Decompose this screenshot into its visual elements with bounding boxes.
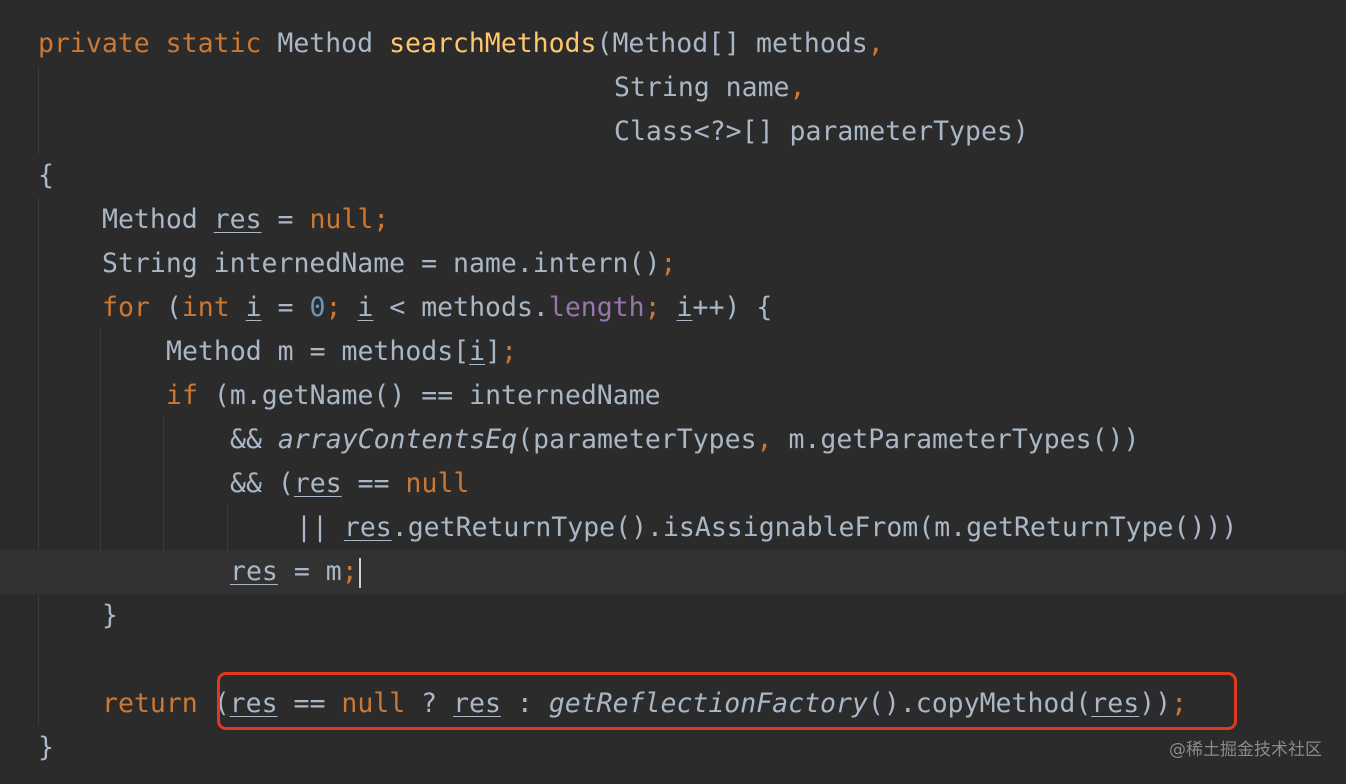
code-line-2: String name, bbox=[0, 66, 1346, 110]
keyword-for: for bbox=[102, 292, 150, 323]
code-line-6: String internedName = name.intern(); bbox=[102, 248, 677, 279]
text-caret bbox=[358, 557, 361, 588]
variable-res: res bbox=[343, 512, 392, 543]
variable-i: i bbox=[469, 336, 486, 367]
highlight-annotation-box bbox=[217, 672, 1237, 730]
interned-name-statement: String internedName = name.intern() bbox=[102, 248, 661, 279]
code-line-11: && (res == null bbox=[230, 468, 470, 499]
code-line-12: || res.getReturnType().isAssignableFrom(… bbox=[296, 512, 1238, 543]
keyword-int: int bbox=[181, 292, 230, 323]
static-call-arrayContentsEq: arrayContentsEq bbox=[277, 424, 518, 455]
variable-i: i bbox=[676, 292, 693, 323]
parameter-types: Class<?>[] parameterTypes) bbox=[614, 116, 1029, 147]
variable-i: i bbox=[357, 292, 374, 323]
type-method: Method bbox=[102, 204, 198, 235]
number-zero: 0 bbox=[309, 292, 326, 323]
code-line-10: && arrayContentsEq(parameterTypes, m.get… bbox=[230, 424, 1140, 455]
code-line-7: for (int i = 0; i < methods.length; i++)… bbox=[102, 292, 773, 323]
variable-res: res bbox=[230, 556, 278, 587]
code-line-8: Method m = methods[i]; bbox=[166, 336, 518, 367]
variable-res: res bbox=[213, 204, 262, 235]
code-line-9: if (m.getName() == internedName bbox=[166, 380, 661, 411]
keyword-if: if bbox=[166, 380, 198, 411]
code-line-5: Method res = null; bbox=[102, 204, 390, 235]
code-line-14: } bbox=[0, 594, 1346, 638]
comma: , bbox=[789, 72, 806, 103]
comma: , bbox=[867, 28, 884, 59]
keyword-null: null bbox=[309, 204, 374, 235]
keyword-null: null bbox=[405, 468, 470, 499]
code-line-closing: } bbox=[0, 726, 1346, 770]
parameter-name: String name bbox=[614, 72, 790, 103]
keyword-return: return bbox=[102, 688, 198, 719]
keyword-static: static bbox=[165, 28, 262, 59]
method-name: searchMethods bbox=[389, 28, 597, 59]
close-brace: } bbox=[38, 732, 54, 763]
field-length: length bbox=[548, 292, 645, 323]
code-line-13-current: res = m; bbox=[0, 550, 1346, 594]
close-brace: } bbox=[102, 600, 118, 631]
return-type: Method bbox=[277, 28, 374, 59]
code-line-4: { bbox=[0, 154, 1346, 198]
keyword-private: private bbox=[38, 28, 150, 59]
code-line-1: private static Method searchMethods(Meth… bbox=[0, 22, 1346, 66]
parameter-list-start: (Method[] methods bbox=[596, 28, 868, 59]
code-editor[interactable]: private static Method searchMethods(Meth… bbox=[0, 0, 1346, 784]
variable-res: res bbox=[293, 468, 342, 499]
open-brace: { bbox=[38, 160, 54, 191]
watermark: @稀土掘金技术社区 bbox=[1169, 740, 1322, 760]
variable-i: i bbox=[245, 292, 262, 323]
code-line-3: Class<?>[] parameterTypes) bbox=[0, 110, 1346, 154]
